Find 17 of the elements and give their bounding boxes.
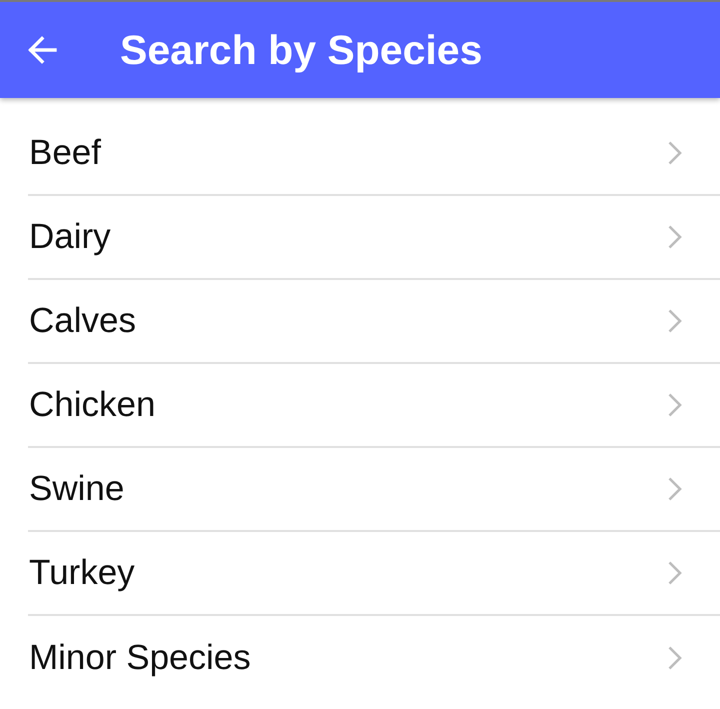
species-item[interactable]: Dairy (28, 196, 720, 280)
species-item[interactable]: Chicken (28, 364, 720, 448)
chevron-right-icon (668, 646, 682, 670)
species-item[interactable]: Beef (28, 112, 720, 196)
back-button[interactable] (26, 34, 58, 66)
species-item[interactable]: Turkey (28, 532, 720, 616)
chevron-right-icon (668, 561, 682, 585)
chevron-right-icon (668, 477, 682, 501)
species-item[interactable]: Calves (28, 280, 720, 364)
species-item[interactable]: Minor Species (28, 616, 720, 700)
chevron-right-icon (668, 141, 682, 165)
chevron-right-icon (668, 393, 682, 417)
page-title: Search by Species (120, 26, 482, 74)
chevron-right-icon (668, 309, 682, 333)
species-item[interactable]: Swine (28, 448, 720, 532)
chevron-right-icon (668, 225, 682, 249)
back-arrow-icon (27, 35, 57, 65)
